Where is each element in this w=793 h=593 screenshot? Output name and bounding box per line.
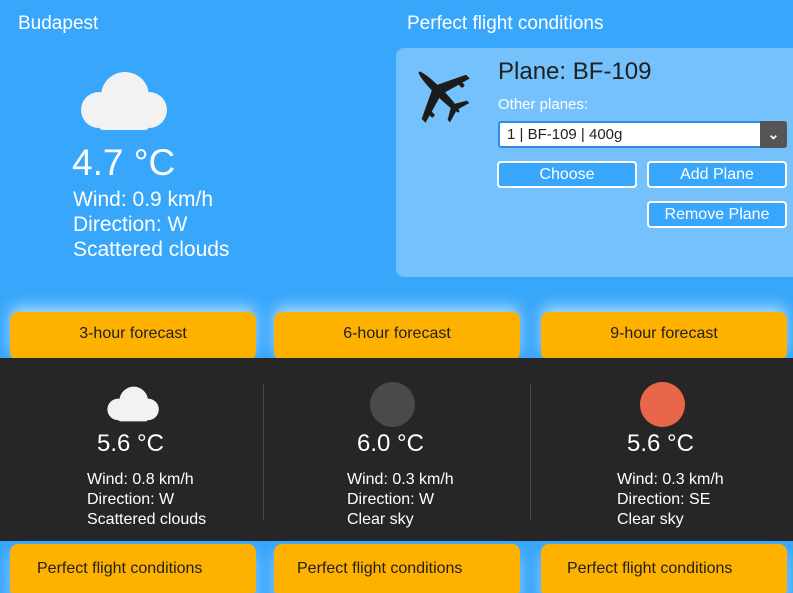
forecast-3h-wind: Wind: 0.8 km/h	[87, 471, 194, 488]
forecast-6h-title: 6-hour forecast	[274, 312, 520, 360]
forecast-3h-status: Perfect flight conditions	[10, 544, 256, 593]
moon-icon	[370, 382, 415, 427]
forecast-3h-temperature: 5.6 °C	[97, 430, 164, 457]
plane-select[interactable]: 1 | BF-109 | 400g ⌄	[498, 121, 787, 148]
forecast-3h-direction: Direction: W	[87, 491, 175, 508]
plane-name: Plane: BF-109	[498, 58, 652, 85]
forecast-9h-title: 9-hour forecast	[541, 312, 787, 360]
flight-status: Perfect flight conditions	[407, 13, 604, 34]
chevron-down-icon[interactable]: ⌄	[760, 121, 787, 148]
sun-icon	[640, 382, 685, 427]
cloud-icon	[81, 72, 167, 130]
forecast-9h-description: Clear sky	[617, 511, 684, 528]
forecast-6h-status: Perfect flight conditions	[274, 544, 520, 593]
divider	[530, 384, 531, 520]
forecast-9h-temperature: 5.6 °C	[627, 430, 694, 457]
airplane-icon	[418, 71, 470, 123]
forecast-3h-title: 3-hour forecast	[10, 312, 256, 360]
choose-button[interactable]: Choose	[497, 161, 637, 188]
current-temperature: 4.7 °C	[72, 142, 176, 183]
divider	[263, 384, 264, 520]
forecast-6h-direction: Direction: W	[347, 491, 435, 508]
add-plane-button[interactable]: Add Plane	[647, 161, 787, 188]
forecast-9h-direction: Direction: SE	[617, 491, 711, 508]
city-name: Budapest	[18, 13, 99, 34]
forecast-9h-status: Perfect flight conditions	[541, 544, 787, 593]
current-wind: Wind: 0.9 km/h	[73, 188, 214, 211]
forecast-6h-wind: Wind: 0.3 km/h	[347, 471, 454, 488]
forecast-6h-temperature: 6.0 °C	[357, 430, 424, 457]
plane-select-value: 1 | BF-109 | 400g	[507, 126, 623, 143]
remove-plane-button[interactable]: Remove Plane	[647, 201, 787, 228]
current-direction: Direction: W	[73, 213, 188, 236]
forecast-3h-description: Scattered clouds	[87, 511, 207, 528]
cloud-icon	[107, 386, 159, 422]
current-description: Scattered clouds	[73, 238, 230, 261]
other-planes-label: Other planes:	[498, 96, 589, 113]
forecast-9h-wind: Wind: 0.3 km/h	[617, 471, 724, 488]
forecast-6h-description: Clear sky	[347, 511, 414, 528]
